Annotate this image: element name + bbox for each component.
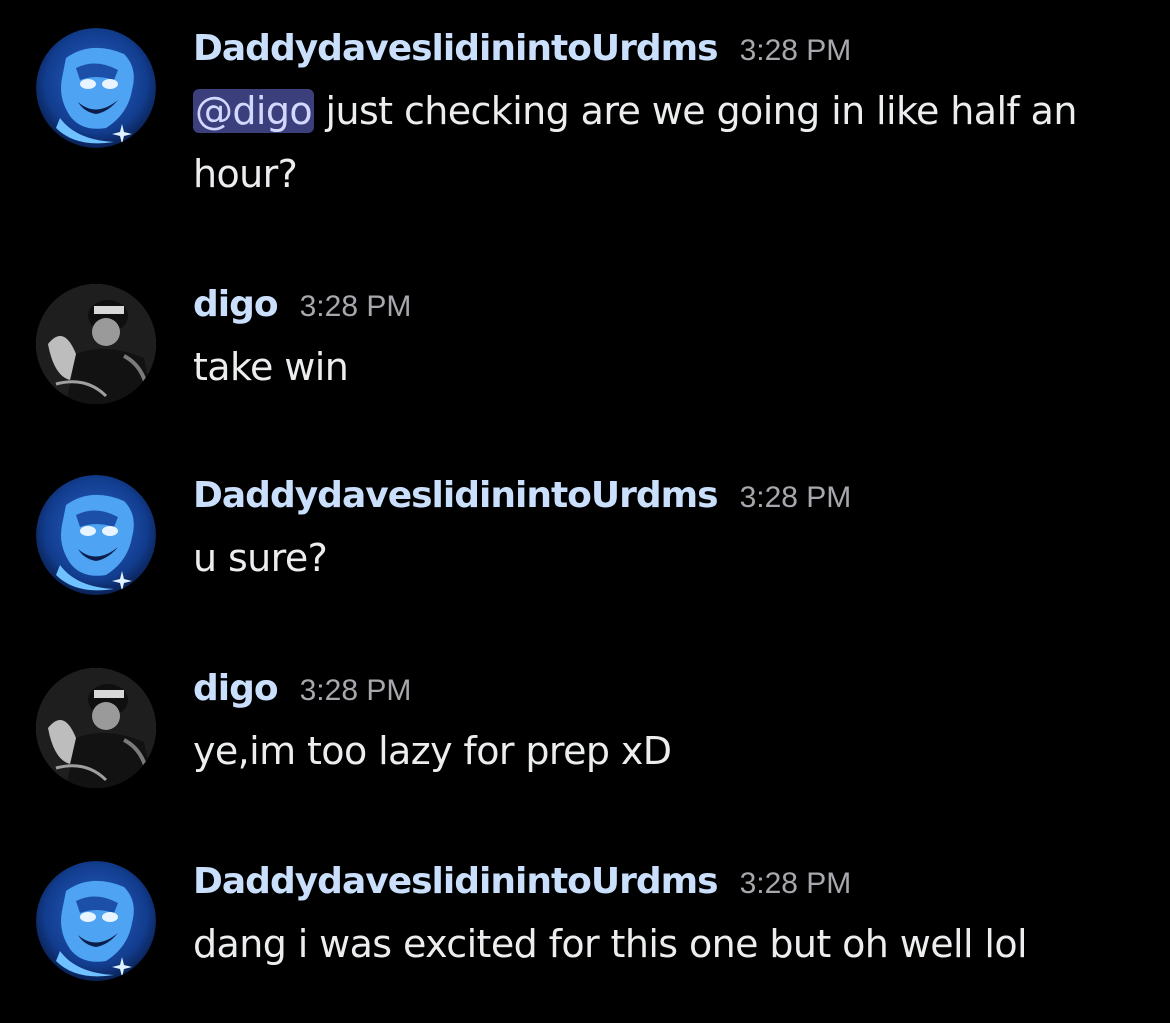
grayscale-photo-avatar-icon (36, 668, 156, 788)
avatar[interactable] (36, 28, 156, 148)
user-mention[interactable]: @digo (193, 89, 315, 133)
message-author[interactable]: DaddydaveslidinintoUrdms (193, 475, 719, 516)
message-author[interactable]: DaddydaveslidinintoUrdms (193, 28, 719, 69)
grayscale-photo-avatar-icon (36, 284, 156, 404)
message-text: dang i was excited for this one but oh w… (193, 922, 1028, 966)
message-author[interactable]: digo (193, 284, 279, 325)
message-timestamp: 3:28 PM (739, 867, 852, 900)
avatar[interactable] (36, 284, 156, 404)
message-text: ye,im too lazy for prep xD (193, 729, 672, 773)
blue-character-avatar-icon (36, 861, 156, 981)
message-text: take win (193, 345, 349, 389)
message-timestamp: 3:28 PM (299, 290, 412, 323)
avatar[interactable] (36, 861, 156, 981)
message-timestamp: 3:28 PM (739, 481, 852, 514)
message-author[interactable]: digo (193, 668, 279, 709)
avatar[interactable] (36, 475, 156, 595)
message-text: u sure? (193, 536, 328, 580)
message-text: @digo just checking are we going in like… (193, 80, 1130, 206)
blue-character-avatar-icon (36, 28, 156, 148)
message-timestamp: 3:28 PM (739, 34, 852, 67)
message-author[interactable]: DaddydaveslidinintoUrdms (193, 861, 719, 902)
blue-character-avatar-icon (36, 475, 156, 595)
avatar[interactable] (36, 668, 156, 788)
message-timestamp: 3:28 PM (299, 674, 412, 707)
message-body: just checking are we going in like half … (193, 89, 1077, 196)
